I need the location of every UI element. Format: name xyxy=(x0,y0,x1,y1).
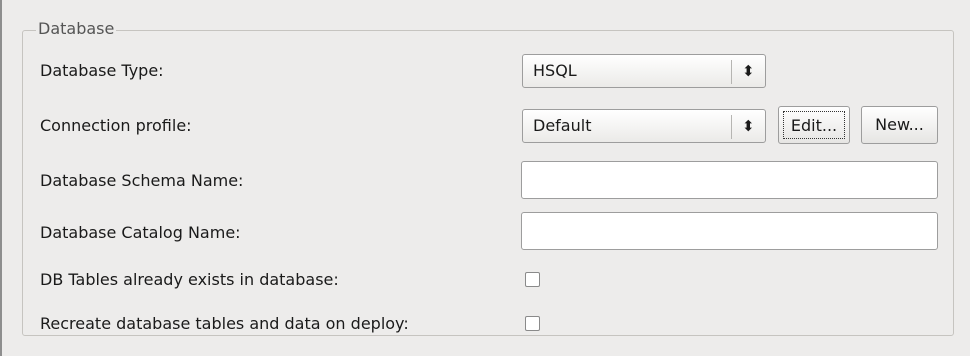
connection-profile-value: Default xyxy=(533,116,592,135)
database-type-select[interactable]: HSQL ⬍ xyxy=(522,54,766,88)
edit-profile-button[interactable]: Edit... xyxy=(778,106,850,144)
schema-name-input[interactable] xyxy=(522,162,937,198)
connection-profile-select[interactable]: Default ⬍ xyxy=(522,109,766,143)
catalog-name-label: Database Catalog Name: xyxy=(40,223,241,242)
up-down-arrows-icon: ⬍ xyxy=(742,117,755,135)
catalog-name-input[interactable] xyxy=(522,213,937,249)
recreate-tables-label: Recreate database tables and data on dep… xyxy=(40,314,409,333)
edit-button-label: Edit... xyxy=(783,111,845,139)
database-type-label: Database Type: xyxy=(40,61,164,80)
schema-name-field[interactable] xyxy=(521,161,938,199)
schema-name-label: Database Schema Name: xyxy=(40,171,244,190)
up-down-arrows-icon: ⬍ xyxy=(742,62,755,80)
recreate-tables-checkbox[interactable] xyxy=(525,316,540,331)
tables-exist-label: DB Tables already exists in database: xyxy=(40,270,339,289)
catalog-name-field[interactable] xyxy=(521,212,938,250)
combo-separator xyxy=(731,115,732,139)
database-type-value: HSQL xyxy=(533,61,577,80)
tables-exist-checkbox[interactable] xyxy=(525,272,540,287)
group-title: Database xyxy=(36,19,117,38)
new-profile-button[interactable]: New... xyxy=(861,106,938,144)
window-left-edge xyxy=(0,0,2,356)
new-button-label: New... xyxy=(875,115,924,134)
combo-separator xyxy=(731,60,732,84)
connection-profile-label: Connection profile: xyxy=(40,116,192,135)
